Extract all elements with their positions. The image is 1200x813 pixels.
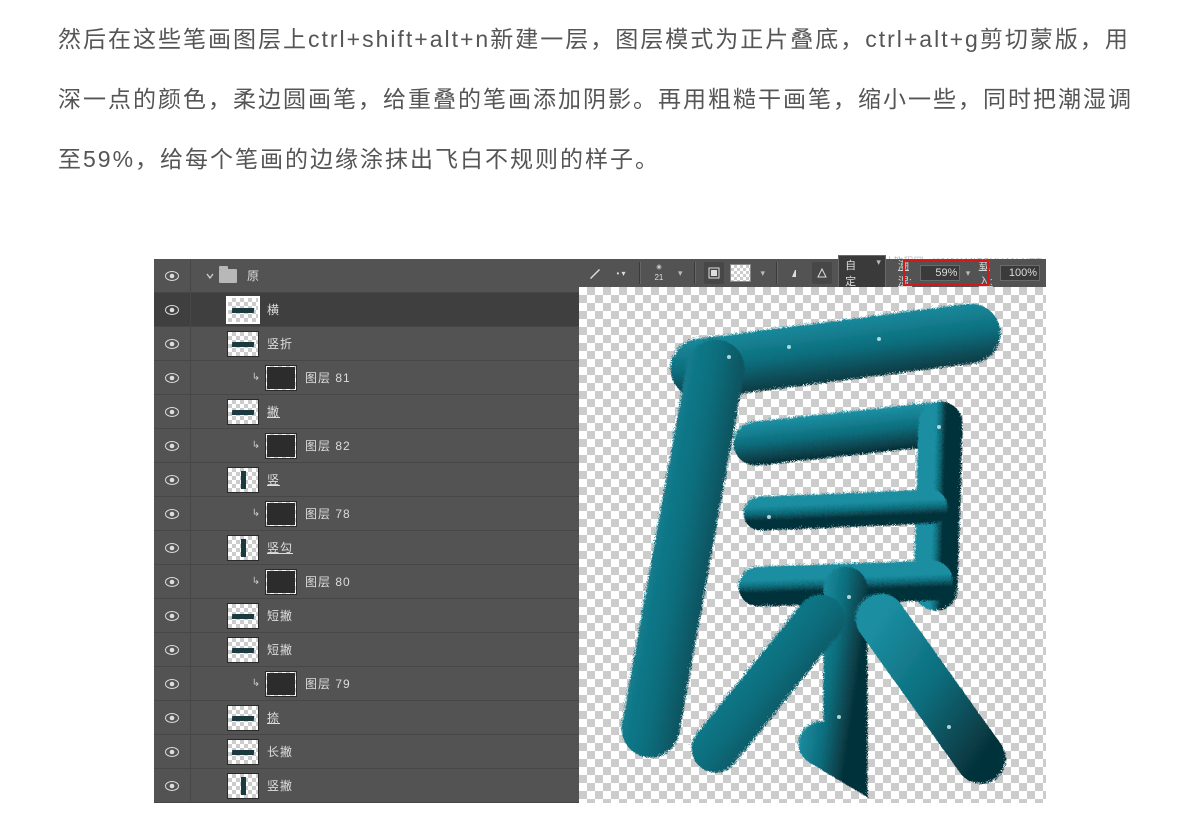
layer-label[interactable]: 竖 <box>267 471 280 488</box>
layer-label[interactable]: 横 <box>267 301 280 318</box>
layers-panel: 原横竖折↳图层 81撇↳图层 82竖↳图层 78竖勾↳图层 80短撇短撇↳图层 … <box>154 259 579 803</box>
layer-label[interactable]: 竖撇 <box>267 777 293 794</box>
layer-row[interactable]: 短撇 <box>154 599 579 633</box>
screenshot-figure: PS设计教程网 · WWW.MISSYUAN.NET 原横竖折↳图层 81撇↳图… <box>154 259 1046 803</box>
brush-mode-select[interactable]: 自定 <box>838 255 886 291</box>
layer-label[interactable]: 撇 <box>267 403 280 420</box>
layer-row[interactable]: 竖 <box>154 463 579 497</box>
load-field: 载入: <box>979 257 1040 289</box>
layer-row[interactable]: ↳ 图层 82 <box>154 429 579 463</box>
layer-row[interactable]: 竖勾 <box>154 531 579 565</box>
layer-row[interactable]: ↳ 图层 79 <box>154 667 579 701</box>
airbrush-icon[interactable] <box>812 262 832 284</box>
layer-thumbnail[interactable] <box>227 637 259 663</box>
clip-mask-icon: ↳ <box>251 372 261 383</box>
layer-row[interactable]: 原 <box>154 259 579 293</box>
layer-label[interactable]: 短撇 <box>267 607 293 624</box>
visibility-toggle[interactable] <box>154 565 191 598</box>
visibility-toggle[interactable] <box>154 463 191 496</box>
visibility-toggle[interactable] <box>154 293 191 326</box>
layer-thumbnail[interactable] <box>265 671 297 697</box>
layer-thumbnail[interactable] <box>227 331 259 357</box>
layer-thumbnail[interactable] <box>265 501 297 527</box>
brush-tool-icon[interactable] <box>585 262 605 284</box>
texture-swatch[interactable] <box>730 264 752 282</box>
visibility-toggle[interactable] <box>154 735 191 768</box>
layer-thumbnail[interactable] <box>227 773 259 799</box>
layer-label[interactable]: 图层 79 <box>305 675 351 692</box>
canvas-pane: • ▾ 21 ▾ ▾ 自定 潮湿 <box>579 259 1046 803</box>
layer-label[interactable]: 竖勾 <box>267 539 293 556</box>
wetness-field: 潮湿: ▾ <box>898 257 973 289</box>
clip-mask-icon: ↳ <box>251 576 261 587</box>
layer-row[interactable]: ↳ 图层 78 <box>154 497 579 531</box>
layer-row[interactable]: 长撇 <box>154 735 579 769</box>
visibility-toggle[interactable] <box>154 701 191 734</box>
visibility-toggle[interactable] <box>154 259 191 292</box>
layer-row[interactable]: ↳ 图层 80 <box>154 565 579 599</box>
visibility-toggle[interactable] <box>154 361 191 394</box>
layer-thumbnail[interactable] <box>227 603 259 629</box>
visibility-toggle[interactable] <box>154 327 191 360</box>
canvas-area[interactable] <box>579 287 1046 803</box>
layer-thumbnail[interactable] <box>265 433 297 459</box>
clip-mask-icon: ↳ <box>251 508 261 519</box>
layer-thumbnail[interactable] <box>227 535 259 561</box>
brush-preview-icon[interactable]: 21 <box>649 262 669 284</box>
layer-thumbnail[interactable] <box>265 365 297 391</box>
visibility-toggle[interactable] <box>154 769 191 802</box>
layer-label[interactable]: 图层 81 <box>305 369 351 386</box>
visibility-toggle[interactable] <box>154 667 191 700</box>
brush-toolbar: • ▾ 21 ▾ ▾ 自定 潮湿 <box>579 259 1046 287</box>
symmetry-icon[interactable] <box>786 262 806 284</box>
layer-row[interactable]: 撇 <box>154 395 579 429</box>
visibility-toggle[interactable] <box>154 531 191 564</box>
layer-row[interactable]: ↳ 图层 81 <box>154 361 579 395</box>
layer-thumbnail[interactable] <box>227 705 259 731</box>
visibility-toggle[interactable] <box>154 395 191 428</box>
layer-thumbnail[interactable] <box>227 297 259 323</box>
layer-row[interactable]: 竖撇 <box>154 769 579 803</box>
folder-icon <box>219 269 237 283</box>
folder-chevron-icon[interactable] <box>205 270 217 282</box>
layer-label[interactable]: 图层 82 <box>305 437 351 454</box>
layer-thumbnail[interactable] <box>227 399 259 425</box>
brush-size-dropdown[interactable]: ▾ <box>675 265 686 281</box>
layer-thumbnail[interactable] <box>227 467 259 493</box>
texture-dropdown[interactable]: ▾ <box>757 265 768 281</box>
brush-preset-icon[interactable]: • ▾ <box>611 262 631 284</box>
layer-label[interactable]: 捺 <box>267 709 280 726</box>
visibility-toggle[interactable] <box>154 497 191 530</box>
layer-label[interactable]: 图层 78 <box>305 505 351 522</box>
layer-row[interactable]: 捺 <box>154 701 579 735</box>
panel-toggle-icon[interactable] <box>704 262 724 284</box>
layer-thumbnail[interactable] <box>265 569 297 595</box>
layer-label[interactable]: 图层 80 <box>305 573 351 590</box>
layer-thumbnail[interactable] <box>227 739 259 765</box>
visibility-toggle[interactable] <box>154 429 191 462</box>
clip-mask-icon: ↳ <box>251 678 261 689</box>
layer-label[interactable]: 原 <box>247 267 260 284</box>
artwork-yuan <box>579 287 1046 803</box>
layer-label[interactable]: 竖折 <box>267 335 293 352</box>
layer-row[interactable]: 横 <box>154 293 579 327</box>
tutorial-paragraph: 然后在这些笔画图层上ctrl+shift+alt+n新建一层，图层模式为正片叠底… <box>58 10 1142 189</box>
wetness-dropdown[interactable]: ▾ <box>963 265 972 281</box>
layer-label[interactable]: 长撇 <box>267 743 293 760</box>
clip-mask-icon: ↳ <box>251 440 261 451</box>
layer-row[interactable]: 竖折 <box>154 327 579 361</box>
load-input[interactable] <box>1000 265 1040 281</box>
wetness-input[interactable] <box>920 265 960 281</box>
visibility-toggle[interactable] <box>154 599 191 632</box>
layer-label[interactable]: 短撇 <box>267 641 293 658</box>
visibility-toggle[interactable] <box>154 633 191 666</box>
layer-row[interactable]: 短撇 <box>154 633 579 667</box>
